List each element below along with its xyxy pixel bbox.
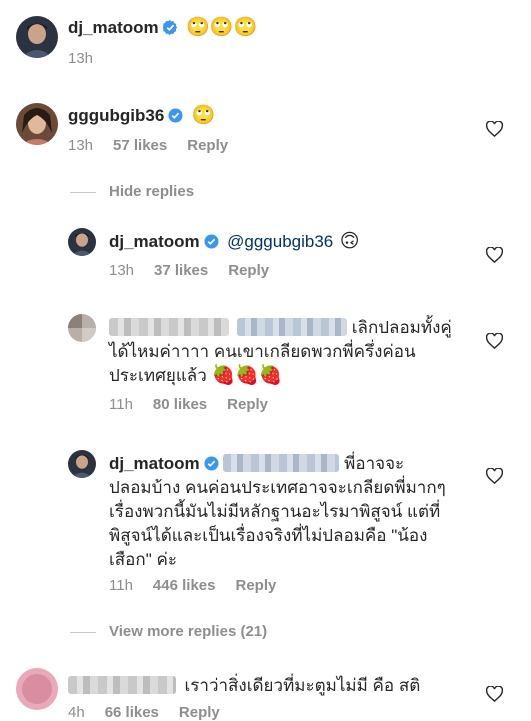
avatar-dj-matoom-reply1[interactable] — [68, 228, 96, 256]
reply3-text-line5: เสือก" ค่ะ — [109, 550, 177, 569]
comment1-time: 13h — [68, 137, 94, 154]
reply1-meta: 13h 37 likes Reply — [109, 262, 289, 279]
caption-header: dj_matoom 🙄🙄🙄 — [68, 16, 257, 40]
reply2-text: เลิกปลอมทั้งคู่ ได้ไหมค่าาาา คนเขาเกลียด… — [109, 316, 509, 388]
blurred-mention — [237, 318, 347, 336]
caption-meta: 13h — [68, 50, 113, 67]
reply3-username[interactable]: dj_matoom — [109, 454, 200, 473]
reply2-time: 11h — [109, 396, 133, 413]
reply3-text: dj_matoom พี่อาจจะ ปลอมบ้าง คนค่อนประเทศ… — [109, 452, 509, 572]
avatar-blurred-2[interactable] — [16, 668, 58, 710]
blurred-mention — [223, 454, 340, 472]
reply1-emoji: 🙃 — [339, 231, 360, 252]
avatar-dj-matoom-reply3[interactable] — [68, 450, 96, 478]
reply1-reply-button[interactable]: Reply — [228, 262, 269, 279]
reply3-text-line3: เรื่องพวกนี้มันไม่มีหลักฐานอะไรมาพิสูจน์… — [109, 502, 441, 521]
comment1-reply-button[interactable]: Reply — [187, 137, 228, 154]
heart-outline-icon[interactable] — [485, 685, 504, 707]
verified-badge-icon — [168, 108, 183, 123]
caption-emojis: 🙄🙄🙄 — [186, 17, 258, 38]
verified-badge-icon — [204, 454, 219, 471]
avatar-gggubgib36[interactable] — [16, 103, 58, 145]
heart-outline-icon[interactable] — [485, 332, 504, 354]
hide-replies-button[interactable]: Hide replies — [109, 183, 194, 200]
reply2-text-line1: เลิกปลอมทั้งคู่ — [351, 318, 452, 337]
reply1-time: 13h — [109, 262, 135, 279]
reply2-text-line3: ประเทศยุแล้ว — [109, 366, 207, 385]
reply2-text-line2: ได้ไหมค่าาาา คนเขาเกลียดพวกพี่ครึ่งค่อน — [109, 342, 416, 361]
heart-outline-icon[interactable] — [485, 467, 504, 489]
reply2-reply-button[interactable]: Reply — [227, 396, 268, 413]
reply1-header: dj_matoom @gggubgib36 🙃 — [109, 230, 360, 254]
comment1-likes[interactable]: 57 likes — [113, 137, 167, 154]
reply1-mention[interactable]: @gggubgib36 — [227, 232, 333, 251]
reply3-meta: 11h 446 likes Reply — [109, 577, 296, 594]
reply2-emojis: 🍓🍓🍓 — [211, 365, 283, 386]
reply2-meta: 11h 80 likes Reply — [109, 396, 288, 413]
comment1-emoji: 🙄 — [191, 105, 216, 126]
reply3-text-line4: พิสูจน์ได้และเป็นเรื่องจริงที่ไม่ปลอมคือ… — [109, 526, 428, 545]
blurred-username — [68, 676, 176, 694]
verified-badge-icon — [204, 234, 219, 249]
comment1-username[interactable]: gggubgib36 — [68, 106, 164, 125]
comment2-likes[interactable]: 66 likes — [105, 704, 159, 721]
reply3-likes[interactable]: 446 likes — [153, 577, 216, 594]
reply1-username[interactable]: dj_matoom — [109, 232, 200, 251]
reply1-likes[interactable]: 37 likes — [154, 262, 208, 279]
comment1-header: gggubgib36 🙄 — [68, 104, 215, 128]
view-more-line — [70, 632, 96, 633]
comment1-meta: 13h 57 likes Reply — [68, 137, 248, 154]
comment2-meta: 4h 66 likes Reply — [68, 704, 240, 721]
reply3-text-line1: พี่อาจจะ — [344, 454, 405, 473]
reply2-likes[interactable]: 80 likes — [153, 396, 207, 413]
caption-username[interactable]: dj_matoom — [68, 18, 159, 37]
reply3-reply-button[interactable]: Reply — [235, 577, 276, 594]
comment2-reply-button[interactable]: Reply — [179, 704, 220, 721]
view-more-replies-button[interactable]: View more replies (21) — [109, 623, 267, 640]
comment2-time: 4h — [68, 704, 85, 721]
reply3-time: 11h — [109, 577, 133, 594]
heart-outline-icon[interactable] — [485, 120, 504, 142]
verified-badge-icon — [161, 20, 178, 36]
avatar-dj-matoom[interactable] — [16, 16, 58, 58]
comment2-text: เราว่าสิ่งเดียวที่มะตูมไม่มี คือ สติ — [184, 676, 421, 695]
hide-replies-line — [70, 192, 96, 193]
reply3-text-line2: ปลอมบ้าง คนค่อนประเทศอาจจะเกลียดพี่มากๆ — [109, 478, 446, 497]
blurred-username — [109, 318, 229, 336]
avatar-blurred[interactable] — [68, 314, 96, 342]
comment2-header: เราว่าสิ่งเดียวที่มะตูมไม่มี คือ สติ — [68, 674, 420, 698]
caption-time: 13h — [68, 50, 94, 67]
heart-outline-icon[interactable] — [485, 246, 504, 268]
